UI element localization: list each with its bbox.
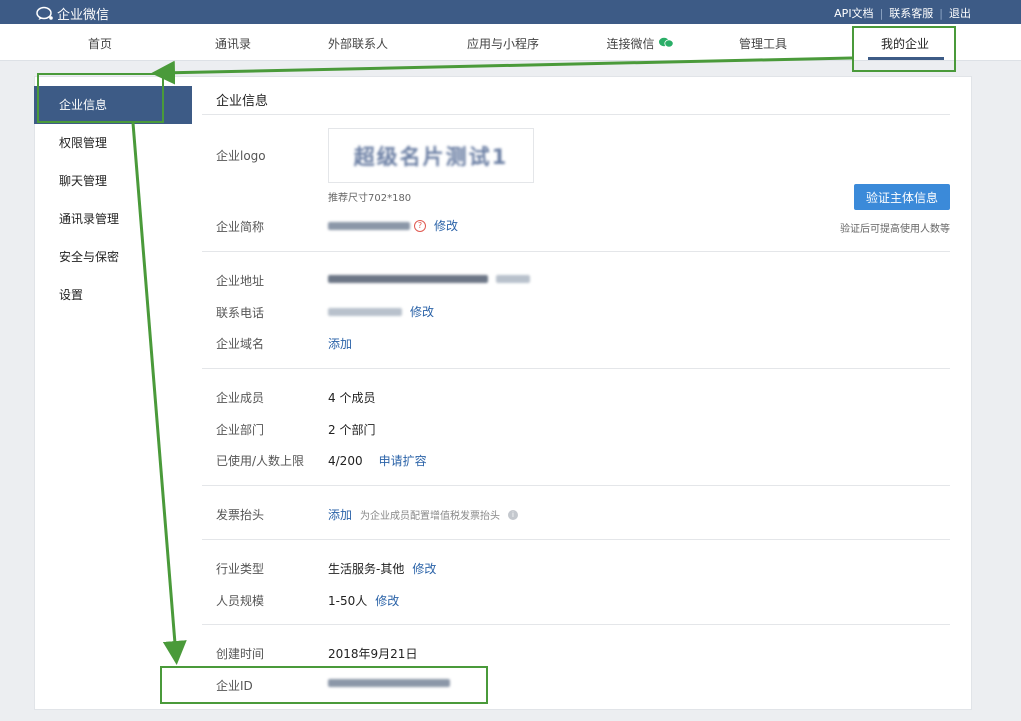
top-bar: 企业微信 API文档 | 联系客服 | 退出 bbox=[0, 0, 1021, 24]
address-redacted bbox=[328, 275, 488, 283]
divider bbox=[202, 624, 950, 625]
short-name-label: 企业简称 bbox=[216, 220, 265, 234]
invoice-label: 发票抬头 bbox=[216, 508, 265, 522]
divider bbox=[202, 539, 950, 540]
user-limit-value: 4/200 申请扩容 bbox=[328, 452, 427, 469]
nav-item-connect-wechat[interactable]: 连接微信 bbox=[606, 35, 674, 52]
annotation-box-enterprise-id bbox=[160, 666, 488, 704]
nav-item-home[interactable]: 首页 bbox=[88, 35, 112, 52]
sidebar-item-settings[interactable]: 设置 bbox=[34, 276, 192, 314]
scale-label: 人员规模 bbox=[216, 594, 265, 608]
annotation-box-enterprise-info bbox=[37, 73, 164, 123]
modify-short-name-link[interactable]: 修改 bbox=[434, 217, 458, 234]
invoice-hint: 为企业成员配置增值税发票抬头 bbox=[360, 511, 501, 522]
sidebar-item-chat-management[interactable]: 聊天管理 bbox=[34, 162, 192, 200]
nav-item-label: 连接微信 bbox=[606, 37, 655, 51]
verify-hint: 验证后可提高使用人数等 bbox=[840, 224, 950, 235]
members-label: 企业成员 bbox=[216, 391, 265, 405]
phone-value: 修改 bbox=[328, 303, 434, 320]
logo-size-hint: 推荐尺寸702*180 bbox=[328, 193, 412, 204]
created-value: 2018年9月21日 bbox=[328, 647, 418, 661]
address-edit-redacted[interactable] bbox=[496, 275, 530, 283]
short-name-value: ? 修改 bbox=[328, 217, 458, 234]
logo-label: 企业logo bbox=[216, 149, 266, 163]
wechat-icon bbox=[659, 37, 674, 51]
separator: | bbox=[939, 6, 943, 20]
contact-support-link[interactable]: 联系客服 bbox=[889, 5, 933, 21]
app-name: 企业微信 bbox=[57, 8, 110, 23]
invoice-value: 添加 为企业成员配置增值税发票抬头 i bbox=[328, 506, 519, 523]
scale-value: 1-50人 修改 bbox=[328, 592, 399, 609]
help-icon[interactable]: ? bbox=[414, 219, 426, 232]
domain-label: 企业域名 bbox=[216, 337, 265, 351]
address-value bbox=[328, 275, 530, 283]
brand[interactable]: 企业微信 bbox=[36, 4, 109, 23]
separator: | bbox=[879, 6, 884, 20]
add-domain-link[interactable]: 添加 bbox=[328, 335, 352, 352]
modify-phone-link[interactable]: 修改 bbox=[410, 303, 434, 320]
divider bbox=[202, 485, 950, 486]
nav-item-management-tools[interactable]: 管理工具 bbox=[739, 35, 787, 52]
sidebar-item-contacts-management[interactable]: 通讯录管理 bbox=[34, 200, 192, 238]
top-links: API文档 | 联系客服 | 退出 bbox=[834, 5, 971, 21]
api-docs-link[interactable]: API文档 bbox=[834, 5, 873, 21]
industry-type: 生活服务-其他 bbox=[328, 562, 405, 576]
industry-value: 生活服务-其他 修改 bbox=[328, 560, 436, 577]
logo-text: 超级名片测试1 bbox=[353, 144, 509, 169]
created-label: 创建时间 bbox=[216, 647, 265, 661]
phone-redacted bbox=[328, 307, 402, 316]
logout-link[interactable]: 退出 bbox=[949, 5, 971, 21]
user-limit-label: 已使用/人数上限 bbox=[216, 454, 305, 468]
sidebar-item-permissions[interactable]: 权限管理 bbox=[34, 124, 192, 162]
domain-value: 添加 bbox=[328, 335, 352, 352]
annotation-box-my-enterprise bbox=[852, 26, 956, 72]
sidebar-item-security[interactable]: 安全与保密 bbox=[34, 238, 192, 276]
modify-scale-link[interactable]: 修改 bbox=[375, 592, 399, 609]
user-limit-count: 4/200 bbox=[328, 453, 363, 468]
short-name-redacted bbox=[328, 221, 410, 230]
staff-scale: 1-50人 bbox=[328, 594, 368, 608]
departments-label: 企业部门 bbox=[216, 423, 265, 437]
departments-value: 2 个部门 bbox=[328, 423, 376, 437]
add-invoice-link[interactable]: 添加 bbox=[328, 506, 352, 523]
address-label: 企业地址 bbox=[216, 274, 265, 288]
nav-item-apps[interactable]: 应用与小程序 bbox=[467, 35, 539, 52]
divider bbox=[202, 251, 950, 252]
apply-expand-link[interactable]: 申请扩容 bbox=[379, 452, 427, 469]
modify-industry-link[interactable]: 修改 bbox=[412, 560, 436, 577]
wework-logo-icon bbox=[36, 6, 54, 21]
enterprise-logo[interactable]: 超级名片测试1 bbox=[328, 128, 534, 183]
members-value: 4 个成员 bbox=[328, 391, 376, 405]
verify-entity-button[interactable]: 验证主体信息 bbox=[854, 184, 950, 210]
industry-label: 行业类型 bbox=[216, 562, 265, 576]
info-icon[interactable]: i bbox=[508, 509, 519, 520]
phone-label: 联系电话 bbox=[216, 306, 265, 320]
page-title: 企业信息 bbox=[216, 94, 269, 109]
nav-item-contacts[interactable]: 通讯录 bbox=[215, 35, 251, 52]
divider bbox=[202, 114, 950, 115]
divider bbox=[202, 368, 950, 369]
nav-item-external-contacts[interactable]: 外部联系人 bbox=[328, 35, 388, 52]
